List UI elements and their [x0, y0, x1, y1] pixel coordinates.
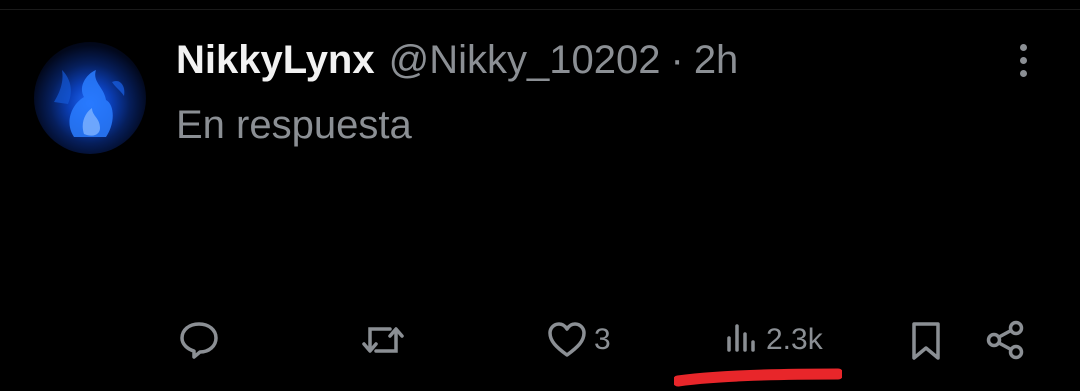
share-icon — [986, 320, 1024, 360]
user-handle[interactable]: @Nikky_10202 — [389, 38, 661, 83]
like-button[interactable]: 3 — [546, 320, 611, 360]
reply-button[interactable] — [178, 320, 220, 360]
views-button[interactable]: 2.3k — [724, 320, 823, 360]
post-text: En respuesta — [176, 103, 412, 147]
like-count: 3 — [594, 323, 611, 356]
action-bar: 3 2.3k — [0, 312, 1080, 368]
bookmark-icon — [912, 322, 940, 360]
post-time[interactable]: 2h — [694, 38, 739, 83]
red-annotation-underline — [674, 368, 842, 387]
post-header: NikkyLynx @Nikky_10202 · 2h — [176, 38, 738, 86]
reply-icon — [180, 322, 218, 359]
more-vertical-icon[interactable] — [1010, 44, 1036, 84]
display-name[interactable]: NikkyLynx — [176, 38, 375, 83]
share-button[interactable] — [986, 320, 1026, 360]
bookmark-button[interactable] — [908, 320, 944, 362]
views-chart-icon — [727, 324, 755, 352]
avatar-flame-art — [54, 70, 125, 137]
repost-button[interactable] — [360, 320, 406, 360]
repost-icon — [362, 327, 404, 353]
heart-icon — [548, 322, 586, 357]
avatar[interactable] — [34, 42, 146, 154]
top-divider — [0, 9, 1080, 10]
separator-dot: · — [670, 38, 684, 82]
views-count: 2.3k — [766, 323, 823, 356]
